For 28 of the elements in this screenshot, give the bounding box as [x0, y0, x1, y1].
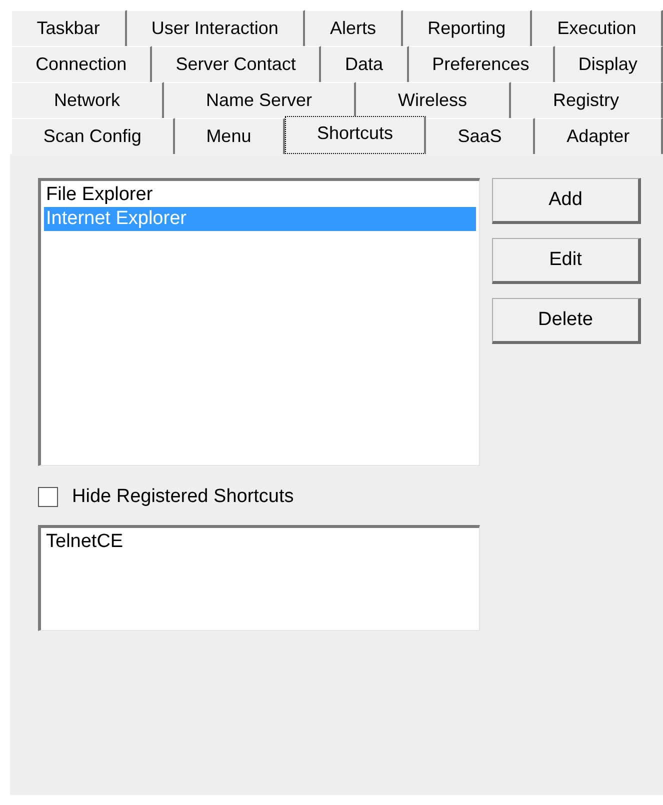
tab[interactable]: Alerts [305, 10, 403, 46]
tab[interactable]: Registry [511, 82, 663, 118]
tab[interactable]: Network [12, 82, 164, 118]
checkbox[interactable] [38, 487, 58, 507]
checkbox-label: Hide Registered Shortcuts [72, 486, 294, 508]
tab[interactable]: Display [554, 46, 663, 82]
tab[interactable]: Preferences [408, 46, 555, 82]
tab[interactable]: Connection [12, 46, 152, 82]
list-box[interactable]: TelnetCE [38, 525, 480, 631]
button[interactable]: Edit [492, 238, 641, 284]
tab[interactable]: Data [321, 46, 409, 82]
button[interactable]: Delete [492, 298, 641, 344]
tab[interactable]: Name Server [164, 82, 356, 118]
tab[interactable]: Execution [532, 10, 663, 46]
tab[interactable]: Wireless [356, 82, 512, 118]
tab[interactable]: Server Contact [152, 46, 322, 82]
button[interactable]: Add [492, 178, 641, 224]
tab[interactable]: Taskbar [12, 10, 127, 46]
tab[interactable]: Adapter [535, 118, 663, 154]
tab[interactable]: User Interaction [126, 10, 306, 46]
tab[interactable]: Reporting [402, 10, 532, 46]
list-item[interactable]: TelnetCE [44, 530, 476, 554]
tab[interactable]: Shortcuts [284, 116, 426, 154]
list-box[interactable]: File Explorer Internet Explorer [38, 178, 480, 466]
tab[interactable]: Scan Config [12, 118, 175, 154]
list-item[interactable]: File Explorer [44, 183, 476, 207]
tab[interactable]: SaaS [426, 118, 536, 154]
tab[interactable]: Menu [174, 118, 285, 154]
